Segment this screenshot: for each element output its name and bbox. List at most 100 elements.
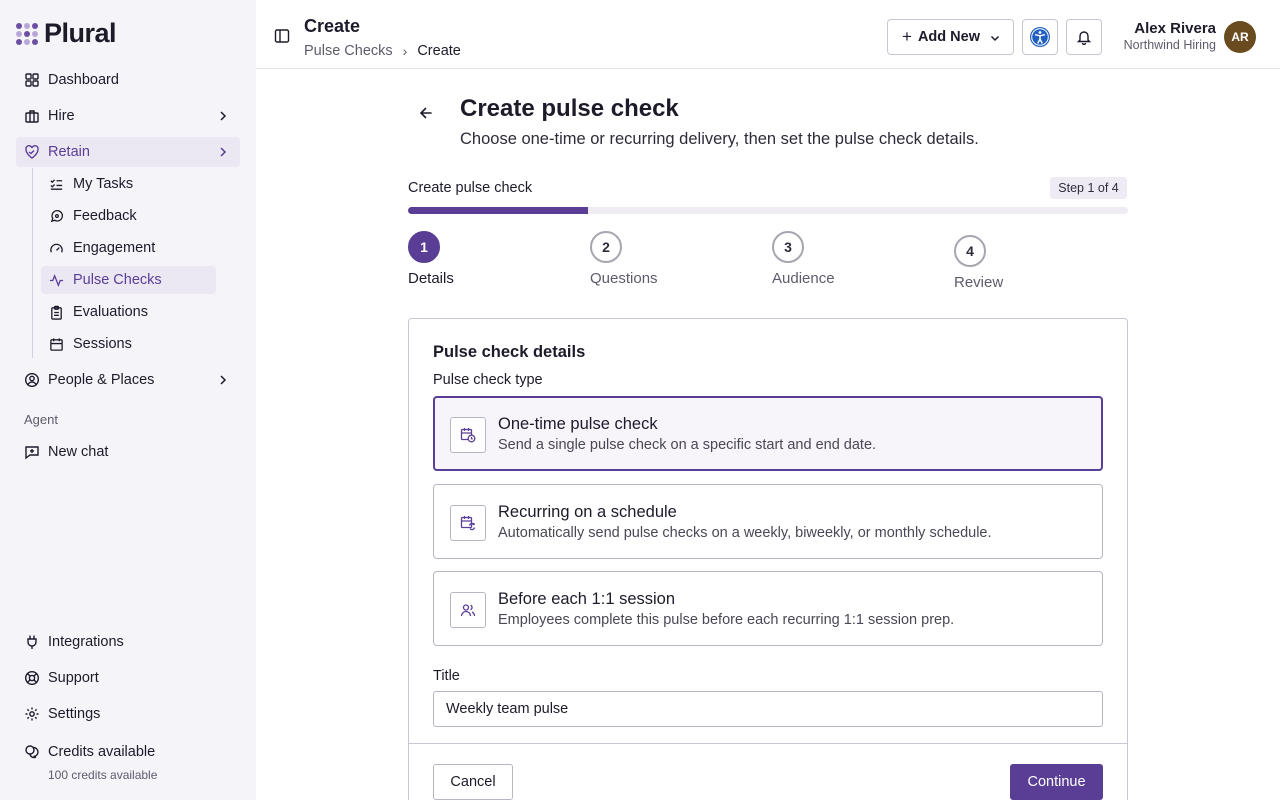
type-label: Pulse check type xyxy=(433,372,543,388)
progress-fill xyxy=(408,207,588,214)
chevron-right-icon: › xyxy=(402,43,408,59)
footer-border-right xyxy=(1127,743,1128,800)
chevron-right-icon xyxy=(220,111,227,121)
logo-text: Plural xyxy=(44,18,117,48)
step-number: 3 xyxy=(772,231,804,263)
footer-border-left xyxy=(408,743,409,800)
footer-divider xyxy=(408,743,1128,744)
sidebar-item-retain[interactable]: Retain xyxy=(16,137,240,167)
gear-icon xyxy=(25,707,39,721)
credits-count: 100 credits available xyxy=(48,768,158,782)
page-title: Create xyxy=(304,16,361,36)
step-label: Audience xyxy=(772,270,835,287)
step-number: 4 xyxy=(954,235,986,267)
option-title: One-time pulse check xyxy=(498,415,658,433)
title-input[interactable] xyxy=(433,691,1103,727)
sidebar-item-dashboard[interactable]: Dashboard xyxy=(16,65,240,95)
step-number: 1 xyxy=(408,231,440,263)
user-name: Alex Rivera xyxy=(1134,20,1216,37)
continue-button[interactable]: Continue xyxy=(1010,764,1103,800)
step-questions[interactable]: 2 Questions xyxy=(590,231,658,287)
sidebar-item-evaluations[interactable]: Evaluations xyxy=(41,298,216,326)
section-label-agent: Agent xyxy=(24,412,58,427)
sidebar-item-feedback[interactable]: Feedback xyxy=(41,202,216,230)
back-arrow-icon[interactable] xyxy=(416,103,436,123)
submenu-divider xyxy=(32,168,33,358)
calendar-clock-icon xyxy=(450,417,486,453)
sidebar-item-sessions[interactable]: Sessions xyxy=(41,330,216,358)
topbar: Create Pulse Checks › Create + Add New A… xyxy=(256,0,1280,69)
sidebar-item-new-chat[interactable]: New chat xyxy=(16,437,240,467)
title-label: Title xyxy=(433,668,460,684)
sidebar-toggle-icon[interactable] xyxy=(274,28,290,44)
chevron-right-icon xyxy=(220,147,227,157)
option-description: Send a single pulse check on a specific … xyxy=(498,437,877,453)
sidebar-item-support[interactable]: Support xyxy=(16,663,240,693)
sidebar: Plural Dashboard Hire Retain My Tasks Fe… xyxy=(0,0,256,800)
logo[interactable]: Plural xyxy=(16,18,117,49)
sidebar-item-people-places[interactable]: People & Places xyxy=(16,365,240,395)
sidebar-item-engagement[interactable]: Engagement xyxy=(41,234,216,262)
grid-icon xyxy=(25,73,39,87)
message-circle-icon xyxy=(50,209,64,222)
step-review[interactable]: 4 Review xyxy=(954,235,1003,291)
breadcrumb-link-pulse-checks[interactable]: Pulse Checks xyxy=(304,43,393,59)
sidebar-item-label: Support xyxy=(48,670,99,686)
sidebar-item-credits[interactable]: Credits available xyxy=(16,737,240,767)
option-description: Automatically send pulse checks on a wee… xyxy=(498,525,992,541)
chevron-right-icon xyxy=(220,375,227,385)
sidebar-item-integrations[interactable]: Integrations xyxy=(16,627,240,657)
sidebar-item-label: Engagement xyxy=(73,240,156,256)
step-label: Questions xyxy=(590,270,658,287)
sidebar-item-label: Integrations xyxy=(48,634,124,650)
plus-icon: + xyxy=(902,27,912,46)
accessibility-button[interactable] xyxy=(1022,19,1058,55)
step-details[interactable]: 1 Details xyxy=(408,231,454,287)
add-new-button[interactable]: + Add New xyxy=(887,19,1014,55)
sidebar-item-label: Evaluations xyxy=(73,304,148,320)
sidebar-item-label: People & Places xyxy=(48,372,155,388)
step-audience[interactable]: 3 Audience xyxy=(772,231,835,287)
clipboard-icon xyxy=(51,305,62,320)
plug-icon xyxy=(27,635,37,649)
sidebar-item-settings[interactable]: Settings xyxy=(16,699,240,729)
message-plus-icon xyxy=(25,446,39,460)
breadcrumb: Pulse Checks › Create xyxy=(304,43,461,59)
logo-icon xyxy=(16,22,38,45)
avatar[interactable]: AR xyxy=(1224,21,1256,53)
notifications-button[interactable] xyxy=(1066,19,1102,55)
accessibility-icon xyxy=(1030,27,1050,47)
sidebar-item-label: Settings xyxy=(48,706,101,722)
details-card: Pulse check details Pulse check type One… xyxy=(408,318,1128,744)
calendar-icon xyxy=(50,337,63,351)
add-new-label: Add New xyxy=(917,29,980,45)
sidebar-item-label: Feedback xyxy=(73,208,137,224)
coins-icon xyxy=(25,745,39,759)
cancel-button[interactable]: Cancel xyxy=(433,764,513,800)
breadcrumb-current: Create xyxy=(417,43,461,59)
option-one-time[interactable]: One-time pulse check Send a single pulse… xyxy=(433,396,1103,471)
sidebar-item-my-tasks[interactable]: My Tasks xyxy=(41,170,216,198)
step-label: Review xyxy=(954,274,1004,291)
sidebar-item-pulse-checks[interactable]: Pulse Checks xyxy=(41,266,216,294)
bell-icon xyxy=(1076,31,1092,45)
sidebar-item-label: Credits available xyxy=(48,744,156,760)
activity-icon xyxy=(49,273,64,287)
sidebar-item-label: Pulse Checks xyxy=(73,272,162,288)
main-title: Create pulse check xyxy=(460,95,679,122)
heart-handshake-icon xyxy=(25,144,39,159)
gauge-icon xyxy=(50,243,63,253)
option-before-session[interactable]: Before each 1:1 session Employees comple… xyxy=(433,571,1103,646)
user-circle-icon xyxy=(24,372,40,388)
step-label: Details xyxy=(408,270,454,287)
user-org: Northwind Hiring xyxy=(1123,38,1216,52)
step-badge: Step 1 of 4 xyxy=(1050,177,1127,199)
sidebar-item-hire[interactable]: Hire xyxy=(16,101,240,131)
option-recurring[interactable]: Recurring on a schedule Automatically se… xyxy=(433,484,1103,559)
briefcase-icon xyxy=(25,110,39,123)
users-icon xyxy=(450,592,486,628)
option-title: Recurring on a schedule xyxy=(498,503,677,521)
option-title: Before each 1:1 session xyxy=(498,590,676,608)
sidebar-item-label: My Tasks xyxy=(73,176,134,192)
main-subtitle: Choose one-time or recurring delivery, t… xyxy=(460,130,979,148)
